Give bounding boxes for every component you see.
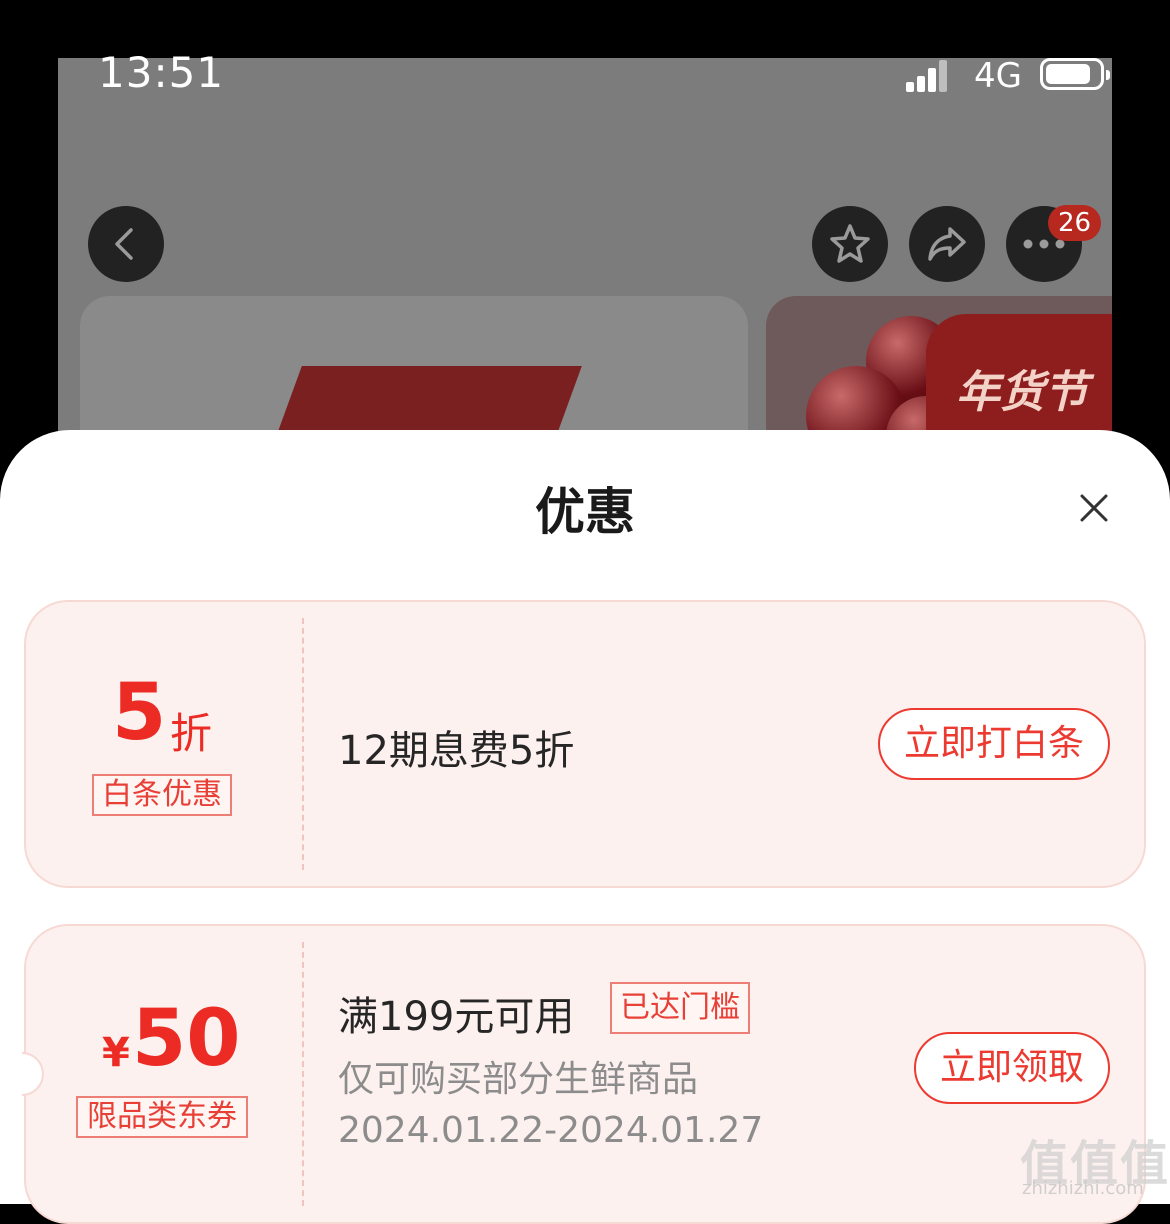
status-time: 13:51 <box>98 48 225 97</box>
baitiao-tag: 白条优惠 <box>92 774 232 816</box>
card-validity: 2024.01.22-2024.01.27 <box>338 1110 764 1151</box>
promo-text: 年货节 <box>956 367 1088 418</box>
jd-coupon-tag: 限品类东券 <box>76 1096 248 1138</box>
card-title: 满199元可用 <box>338 994 575 1040</box>
back-button[interactable] <box>88 206 164 282</box>
use-baitiao-button[interactable]: 立即打白条 <box>878 708 1110 780</box>
card-divider <box>302 618 304 870</box>
share-icon <box>928 227 966 261</box>
star-icon <box>830 224 870 263</box>
currency-symbol: ¥ <box>102 1030 130 1076</box>
favorite-button[interactable] <box>812 206 888 282</box>
card-description: 仅可购买部分生鲜商品 <box>338 1059 699 1100</box>
more-badge: 26 <box>1048 205 1102 241</box>
close-icon[interactable] <box>1074 488 1114 528</box>
battery-icon <box>1040 58 1110 90</box>
card-notch <box>22 1052 44 1096</box>
threshold-reached-tag: 已达门槛 <box>610 982 750 1034</box>
sheet-title: 优惠 <box>535 483 635 541</box>
back-icon <box>115 228 133 260</box>
card-title: 12期息费5折 <box>338 728 575 774</box>
signal-icon <box>906 60 948 92</box>
card-divider <box>302 942 304 1206</box>
claim-coupon-button[interactable]: 立即领取 <box>914 1032 1110 1104</box>
network-label: 4G <box>974 56 1022 96</box>
share-button[interactable] <box>909 206 985 282</box>
coupon-value: 50 <box>132 994 241 1084</box>
discount-value: 5 <box>112 668 167 758</box>
watermark-url: zhizhizhi.com <box>1022 1178 1144 1199</box>
discount-unit: 折 <box>170 709 213 758</box>
